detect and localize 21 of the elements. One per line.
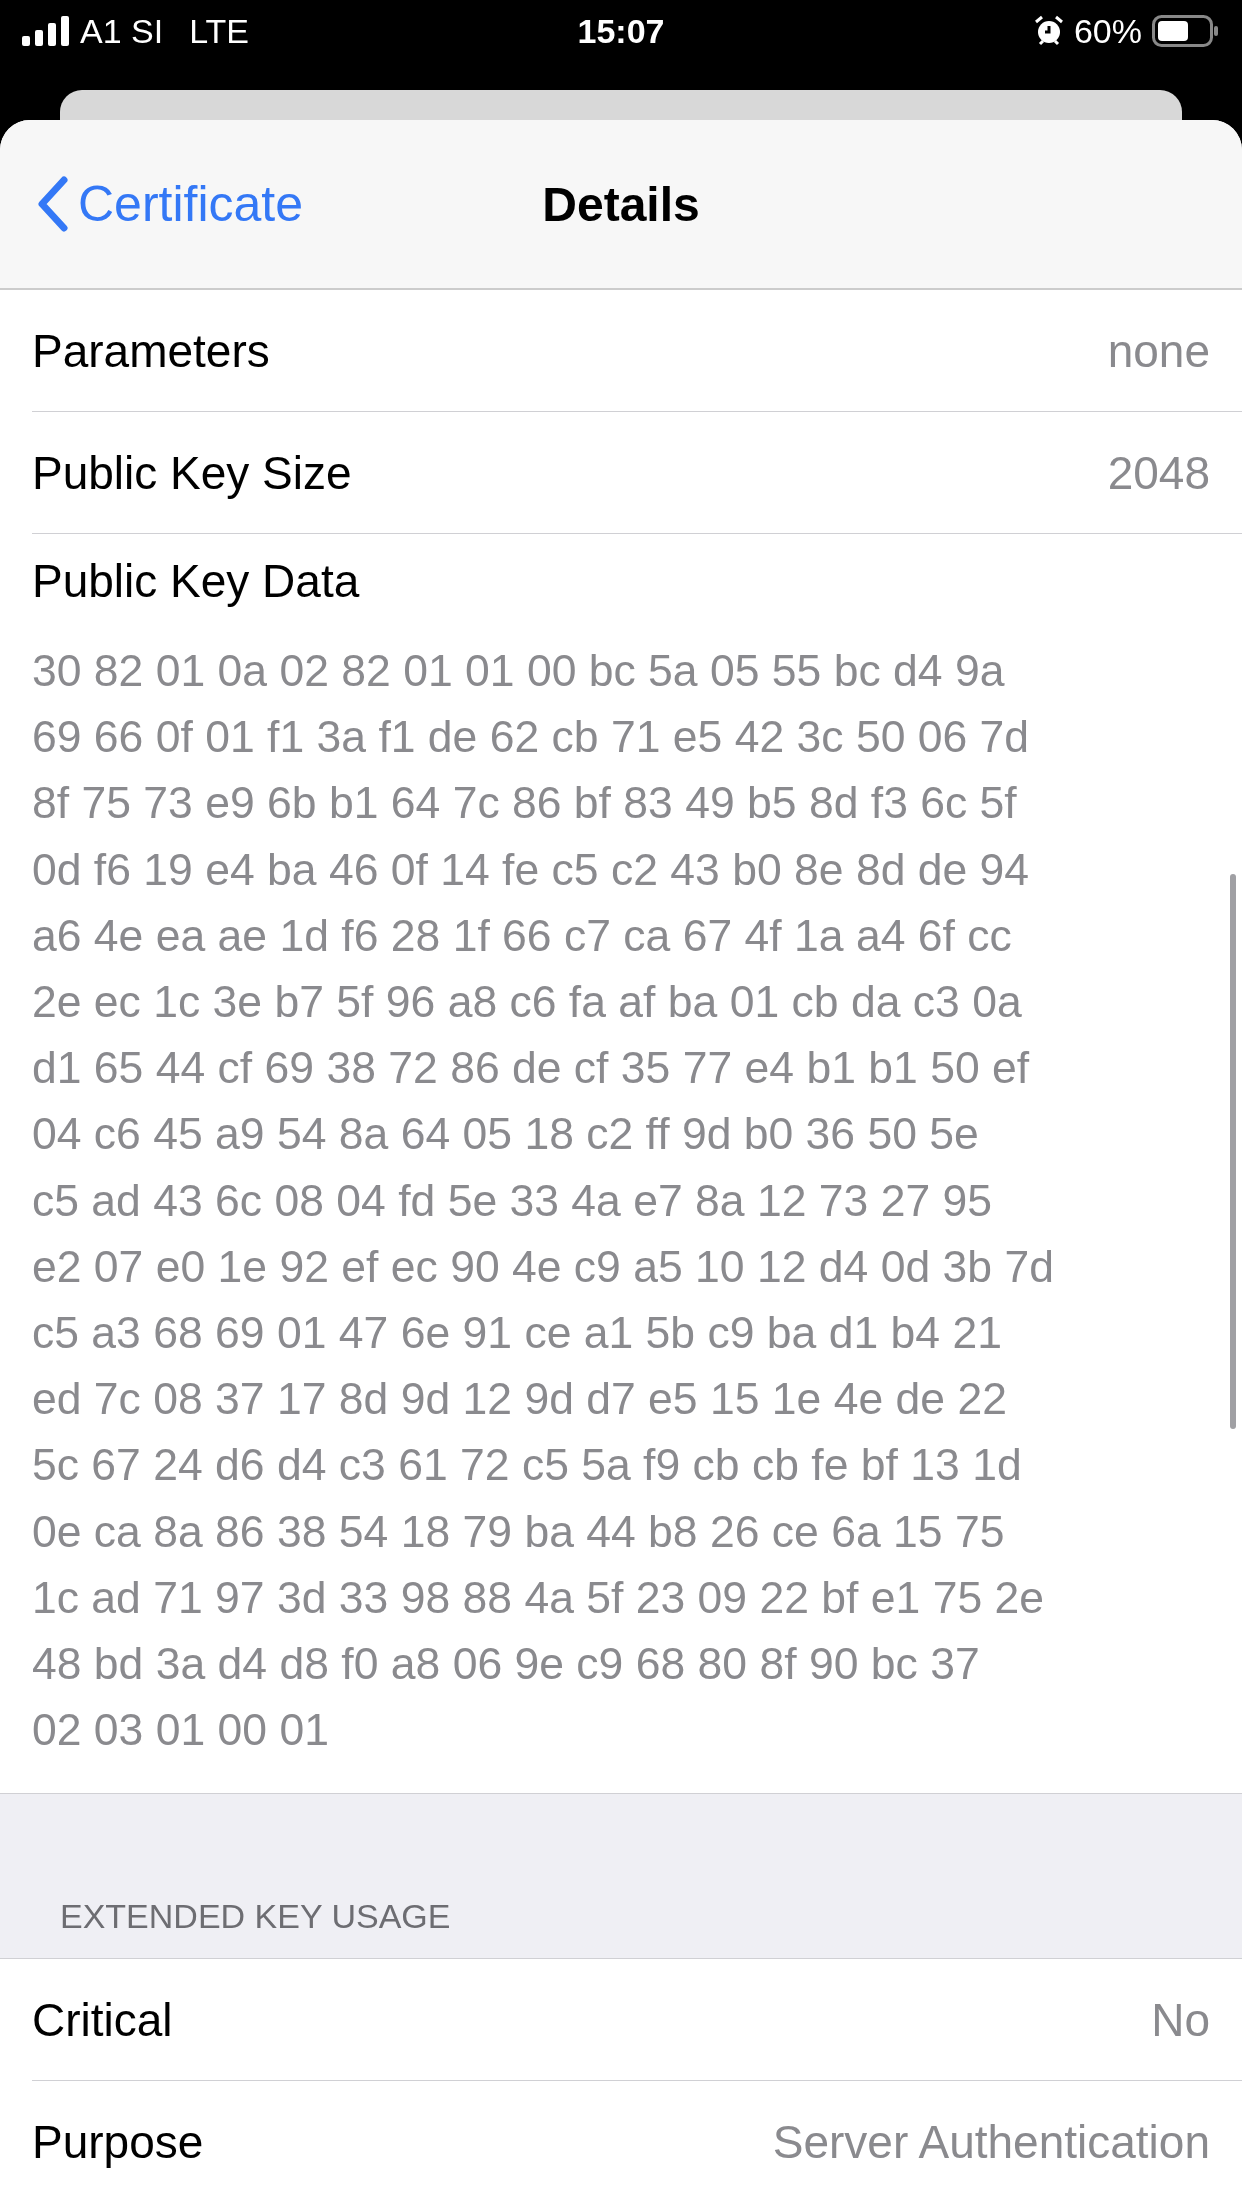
section-header: EXTENDED KEY USAGE [60, 1897, 451, 1937]
row-value: 2048 [1107, 445, 1210, 500]
alarm-icon [1033, 15, 1064, 47]
key-data-text: 30 82 01 0a 02 82 01 01 00 bc 5a 05 55 bc d4 9a 69 66 0f 01 f1 3a f1 de 62 cb 71 e5 42 3c 50 06 7d 8f 75 73 e9 6b b1 64 7c 86 bf 83 49 b5 8d f3 6c 5f 0d f6 19 e4 ba 46 0f 14 fe c5 c2 43 b0 8e 8d de 94 a6 4e ea ae 1d f6 28 1f 66 c7 ca 67 4f 1a a4 6f cc 2e ec 1c 3e b7 5f 96 a8 c6 fa af ba 01 cb da c3 0a d1 65 44 cf 69 38 72 86 de cf 35 77 e4 b1 b1 50 ef 04 c6 45 a9 54 8a 64 05 18 c2 ff 9d b0 36 50 5e c5 ad 43 6c 08 04 fd 5e 33 4a e7 8a 12 73 27 95 e2 07 e0 1e 92 ef ec 90 4e c9 a5 10 12 d4 0d 3b 7d c5 a3 68 69 01 47 6e 91 ce a1 5b c9 ba d1 b4 21 ed 7c 08 37 17 8d 9d 12 9d d7 e5 15 1e 4e de 22 5c 67 24 d6 d4 c3 61 72 c5 5a f9 cb cb fe bf 13 1d 0e ca 8a 86 38 54 18 79 ba 44 b8 26 ce 6a 15 75 1c ad 71 97 3d 33 98 88 4a 5f 23 09 22 bf e1 75 2e 48 bd 3a d4 d8 f0 a8 06 9e c9 68 80 8f 90 bc 37 02 03 01 00 01 [32, 645, 1054, 1757]
network-type: LTE [189, 11, 249, 51]
row-label: Parameters [32, 323, 270, 378]
carrier: A1 SI [80, 11, 164, 51]
chevron-left-icon [36, 176, 68, 232]
row-label: Purpose [32, 2114, 204, 2169]
row-label: Public Key Size [32, 445, 352, 500]
row-value: No [1151, 1992, 1210, 2047]
row-value: none [1107, 323, 1210, 378]
row-label: Critical [32, 1992, 173, 2047]
row-label: Public Key Data [32, 554, 361, 608]
nav-title: Details [542, 176, 700, 232]
battery-icon [1152, 15, 1220, 47]
row-value: Server Authentication [772, 2114, 1210, 2169]
signal-icon [22, 16, 70, 46]
battery-percent: 60% [1073, 11, 1142, 51]
clock: 15:07 [577, 11, 665, 51]
back-button[interactable]: Certificate [0, 175, 304, 233]
